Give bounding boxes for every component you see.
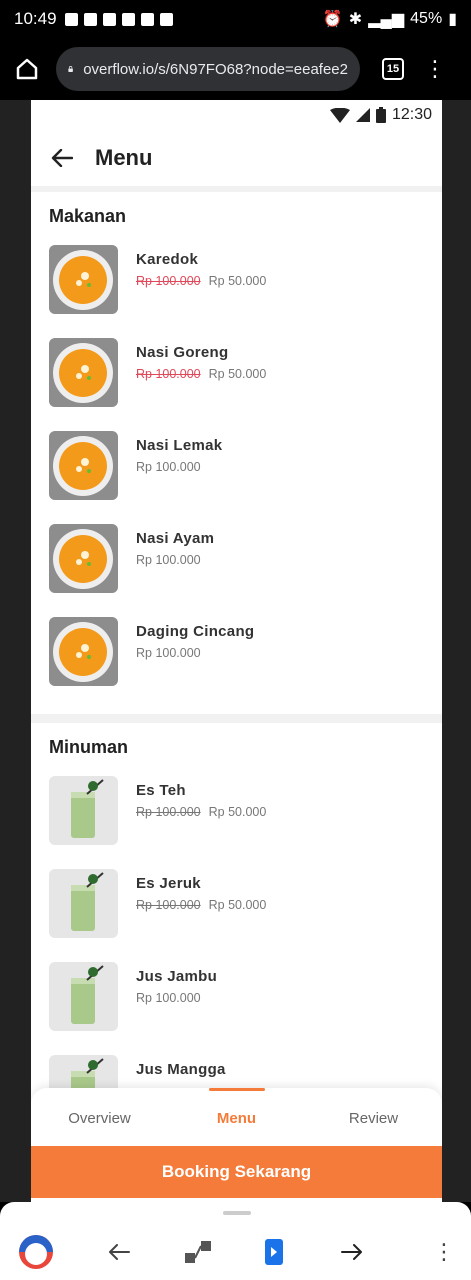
item-name: Karedok — [136, 251, 199, 268]
original-price: Rp 100.000 — [136, 274, 201, 288]
booking-button[interactable]: Booking Sekarang — [31, 1146, 442, 1198]
stairs-icon — [185, 1241, 211, 1263]
item-name: Es Jeruk — [136, 875, 201, 892]
battery-percent: 45% — [410, 10, 443, 27]
section-divider — [31, 714, 442, 723]
reading-mode-button[interactable] — [180, 1234, 216, 1270]
drag-handle[interactable] — [223, 1211, 251, 1215]
tab-overview[interactable]: Overview — [31, 1088, 168, 1146]
menu-item[interactable]: Es Teh Rp 100.000 Rp 50.000 — [49, 776, 424, 869]
section-title: Makanan — [49, 206, 127, 226]
browser-toolbar: overflow.io/s/6N97FO68?node=eeafee2 15 ⋮ — [0, 38, 471, 100]
item-name: Nasi Goreng — [136, 344, 229, 361]
status-right: ⏰ ✱ ▂▄▆ 45% ▮ — [323, 9, 457, 29]
menu-item[interactable]: Nasi Ayam Rp 100.000 — [49, 524, 424, 617]
alarm-icon: ⏰ — [322, 11, 343, 28]
item-price: Rp 50.000 — [208, 274, 267, 288]
back-arrow-icon[interactable] — [51, 149, 73, 167]
message-icon — [64, 12, 78, 26]
food-image — [49, 617, 118, 686]
lock-icon — [68, 66, 73, 72]
battery-icon: ▮ — [448, 11, 457, 28]
device-status-bar: 10:49 ⏰ ✱ ▂▄▆ 45% ▮ — [0, 0, 471, 38]
browser-logo-icon — [19, 1235, 53, 1269]
play-icon — [265, 1239, 283, 1265]
item-name: Jus Jambu — [136, 968, 218, 985]
browser-bottom-bar: ⋮ — [0, 1202, 471, 1280]
item-name: Jus Mangga — [136, 1061, 226, 1078]
section-makanan: Makanan Karedok Rp 100.000 Rp 50.000 Nasi… — [31, 192, 442, 710]
instagram-icon — [102, 12, 116, 26]
original-price: Rp 100.000 — [136, 898, 201, 912]
food-image — [49, 431, 118, 500]
section-title: Minuman — [49, 737, 128, 757]
drink-image — [49, 962, 118, 1031]
item-name: Nasi Ayam — [136, 530, 215, 547]
section-minuman: Minuman Es Teh Rp 100.000 Rp 50.000 Es Je… — [31, 723, 442, 1148]
menu-item[interactable]: Daging Cincang Rp 100.000 — [49, 617, 424, 710]
page-title: Menu — [95, 145, 153, 170]
tab-switcher-button[interactable]: 15 — [382, 58, 404, 80]
back-arrow-icon — [109, 1244, 130, 1260]
app-header: Menu — [31, 130, 442, 192]
menu-item[interactable]: Es Jeruk Rp 100.000 Rp 50.000 — [49, 869, 424, 962]
browser-logo-button[interactable] — [18, 1234, 54, 1270]
item-name: Daging Cincang — [136, 623, 255, 640]
more-options-button[interactable]: ⋮ — [426, 1234, 462, 1270]
signal-icon — [355, 108, 370, 122]
url-text: overflow.io/s/6N97FO68?node=eeafee2 — [83, 60, 348, 78]
twitter-icon — [140, 12, 154, 26]
phone-time: 12:30 — [391, 106, 432, 123]
menu-item[interactable]: Nasi Goreng Rp 100.000 Rp 50.000 — [49, 338, 424, 431]
drink-image — [49, 869, 118, 938]
phone-status-bar: 12:30 — [31, 100, 442, 130]
item-price: Rp 50.000 — [208, 367, 267, 381]
menu-item[interactable]: Karedok Rp 100.000 Rp 50.000 — [49, 245, 424, 338]
drink-image — [49, 776, 118, 845]
forward-arrow-icon — [341, 1244, 362, 1260]
browser-menu-button[interactable]: ⋮ — [424, 58, 446, 80]
app-screen: 12:30 Menu Makanan Karedok Rp 100.000 Rp … — [31, 100, 442, 1202]
food-image — [49, 524, 118, 593]
bottom-tab-bar: Overview Menu Review — [31, 1088, 442, 1146]
item-price: Rp 100.000 — [136, 991, 201, 1005]
item-price: Rp 100.000 — [136, 460, 201, 474]
item-price: Rp 100.000 — [136, 646, 201, 660]
tab-menu[interactable]: Menu — [168, 1088, 305, 1146]
food-image — [49, 245, 118, 314]
tab-review[interactable]: Review — [305, 1088, 442, 1146]
food-image — [49, 338, 118, 407]
forward-button[interactable] — [334, 1234, 370, 1270]
item-price: Rp 100.000 — [136, 553, 201, 567]
more-icon: ⋮ — [433, 1239, 455, 1264]
back-button[interactable] — [101, 1234, 137, 1270]
menu-item[interactable]: Nasi Lemak Rp 100.000 — [49, 431, 424, 524]
home-icon — [16, 58, 38, 80]
original-price: Rp 100.000 — [136, 367, 201, 381]
wifi-icon — [329, 107, 350, 123]
battery-icon — [375, 107, 386, 123]
signal-icon: ▂▄▆ — [368, 11, 405, 28]
menu-item[interactable]: Jus Jambu Rp 100.000 — [49, 962, 424, 1055]
url-field[interactable]: overflow.io/s/6N97FO68?node=eeafee2 — [56, 47, 360, 91]
instagram-icon — [121, 12, 135, 26]
item-price: Rp 50.000 — [208, 898, 267, 912]
item-price: Rp 50.000 — [208, 805, 267, 819]
notification-icons — [64, 12, 173, 26]
item-name: Es Teh — [136, 782, 186, 799]
item-name: Nasi Lemak — [136, 437, 223, 454]
status-time: 10:49 — [14, 9, 57, 28]
bluetooth-icon: ✱ — [348, 11, 363, 28]
home-button[interactable] — [12, 54, 42, 84]
original-price: Rp 100.000 — [136, 805, 201, 819]
youtube-icon — [83, 12, 97, 26]
forward-app-button[interactable] — [256, 1234, 292, 1270]
image-icon — [159, 12, 173, 26]
